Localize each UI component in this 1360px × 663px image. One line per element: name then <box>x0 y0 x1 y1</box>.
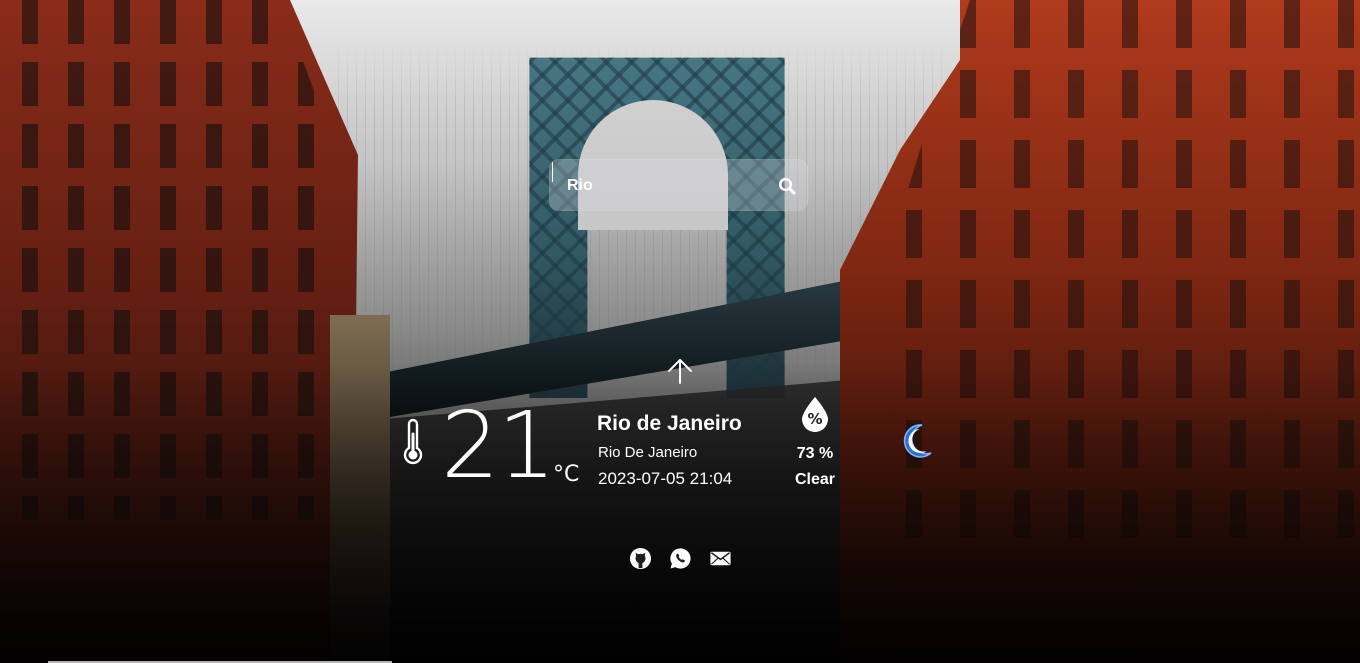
temperature-value: 21 <box>441 392 556 499</box>
humidity-value: 73 % <box>796 445 834 462</box>
mail-icon <box>709 551 731 565</box>
whatsapp-link[interactable] <box>668 546 692 570</box>
search-input[interactable] <box>550 160 770 212</box>
search-bar <box>549 159 808 212</box>
search-icon <box>778 177 796 195</box>
region-name: Rio De Janeiro <box>598 444 698 461</box>
local-datetime: 2023-07-05 21:04 <box>598 469 733 488</box>
thermometer-icon <box>403 418 423 465</box>
svg-text:%: % <box>807 410 822 428</box>
whatsapp-icon <box>669 547 691 569</box>
github-link[interactable] <box>628 546 652 570</box>
github-icon <box>629 547 651 569</box>
moon-icon <box>903 424 932 458</box>
social-links <box>628 546 738 572</box>
city-name: Rio de Janeiro <box>597 412 742 435</box>
temperature-unit: °C <box>553 462 580 487</box>
search-button[interactable] <box>774 173 800 199</box>
arrow-up-icon <box>668 359 692 384</box>
weather-condition: Clear <box>794 471 836 488</box>
humidity-drop-icon: % <box>802 397 828 432</box>
mail-link[interactable] <box>708 546 732 570</box>
